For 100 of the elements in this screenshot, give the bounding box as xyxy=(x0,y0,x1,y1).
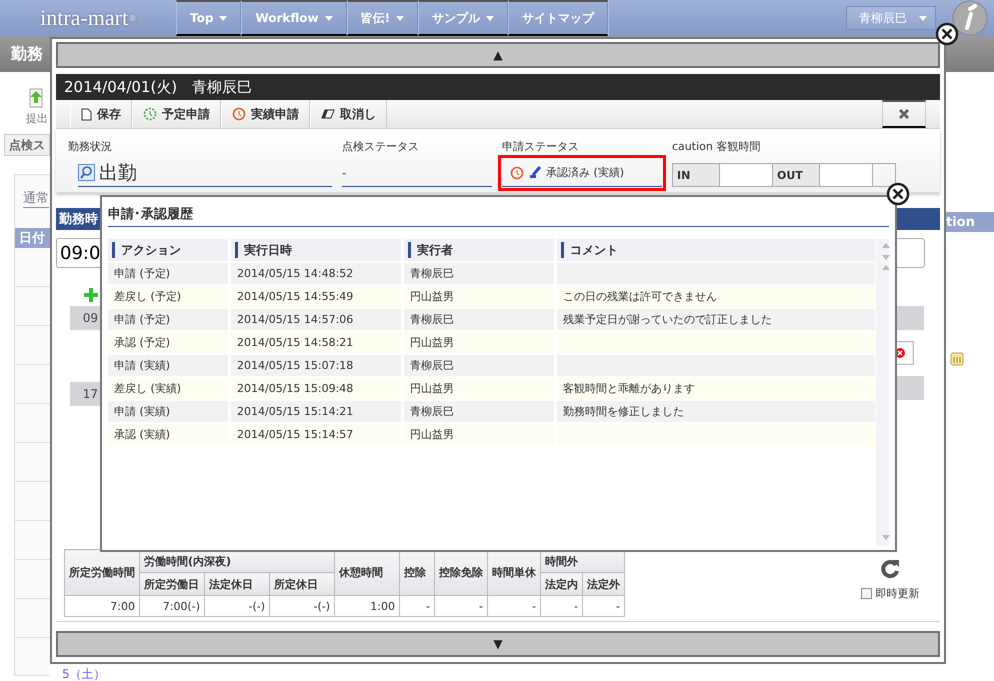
toolbar-button[interactable]: 取消し xyxy=(310,100,387,128)
table-cell: 申請 (予定) xyxy=(108,309,228,330)
check-status-value: - xyxy=(342,166,346,180)
table-cell: 青柳辰巳 xyxy=(404,401,554,422)
table-cell: 5（土） xyxy=(62,667,106,681)
out-label: OUT xyxy=(773,164,820,186)
round-logo-icon[interactable] xyxy=(950,0,990,36)
time-block[interactable] xyxy=(894,376,924,400)
column-header: 時間単休 xyxy=(488,550,540,596)
table-cell: 2014/05/15 15:09:48 xyxy=(231,378,401,399)
table-cell: 2014/05/15 14:48:52 xyxy=(231,263,401,284)
caret-icon xyxy=(919,16,927,20)
table-cell: 残業予定日が謝っていたので訂正しました xyxy=(557,309,875,330)
dialog-title: 2014/04/01(火) 青柳辰巳 xyxy=(64,78,252,96)
work-status-value: 出勤 xyxy=(99,160,137,186)
table-cell: 青柳辰巳 xyxy=(404,355,554,376)
section-header: 勤務時 xyxy=(56,208,102,230)
table-cell: - xyxy=(400,596,434,616)
table-cell: 差戻し (予定) xyxy=(108,286,228,307)
table-cell: 1:00 xyxy=(334,596,400,616)
application-status: 承認済み (実績) xyxy=(502,159,662,187)
tab-link[interactable]: 通常 xyxy=(23,189,49,208)
search-icon[interactable] xyxy=(78,164,95,181)
column-header: 法定休日 xyxy=(204,572,270,596)
section-header xyxy=(894,208,940,230)
calendar-icon[interactable] xyxy=(950,352,964,366)
table-cell: 円山益男 xyxy=(404,424,554,445)
table-cell: 差戻し (実績) xyxy=(108,378,228,399)
logo-text: intra-mart xyxy=(40,5,128,31)
in-label: IN xyxy=(673,164,720,186)
table-cell: 2014/05/15 15:14:21 xyxy=(231,401,401,422)
time-block[interactable]: 17 xyxy=(70,382,102,406)
table-cell: 円山益男 xyxy=(404,378,554,399)
instant-update-checkbox[interactable]: 即時更新 xyxy=(854,585,926,602)
column-header: 法定内 xyxy=(540,572,582,596)
input-field[interactable] xyxy=(820,164,873,186)
table-cell: - xyxy=(540,596,582,616)
table-cell: 青柳辰巳 xyxy=(404,263,554,284)
stamp-icon xyxy=(528,166,542,180)
table-cell: この日の残業は許可できません xyxy=(557,286,875,307)
plus-icon[interactable] xyxy=(84,288,98,302)
caret-icon xyxy=(219,16,228,20)
table-header: tion xyxy=(946,212,994,232)
column-header: 実行日時 xyxy=(231,239,401,261)
registered-mark: ® xyxy=(129,13,136,23)
table-cell: -(-) xyxy=(270,596,334,616)
field-label: 勤務状況 xyxy=(68,139,113,155)
caret-icon xyxy=(324,16,333,20)
column-header: 法定外 xyxy=(582,572,624,596)
popup-title: 申請･承認履歴 xyxy=(108,207,193,222)
table-header: 日付 xyxy=(15,228,50,248)
clock-icon xyxy=(232,107,246,121)
page-title: 勤務 xyxy=(11,44,43,64)
caret-icon xyxy=(396,16,404,20)
table-cell: 7:00 xyxy=(64,596,140,616)
column-header: 所定労働時間 xyxy=(64,550,140,596)
refresh-icon[interactable] xyxy=(879,557,901,579)
column-header: コメント xyxy=(557,239,875,261)
column-header: 休憩時間 xyxy=(334,550,400,596)
table-cell: - xyxy=(488,596,540,616)
toolbar-button[interactable]: 予定申請 xyxy=(132,100,221,128)
table-cell: 客観時間と乖離があります xyxy=(557,378,875,399)
tab[interactable]: 点検ス xyxy=(4,134,50,156)
column-header: 所定休日 xyxy=(270,572,334,596)
column-header: 控除免除 xyxy=(434,550,488,596)
toolbar-button[interactable]: 保存 xyxy=(70,100,132,128)
column-header: 実行者 xyxy=(404,239,554,261)
document-icon xyxy=(81,108,92,120)
table-cell: 承認 (予定) xyxy=(108,332,228,353)
clock-icon xyxy=(143,107,157,121)
field-label: 点検ステータス xyxy=(342,139,420,155)
table-cell: 2014/05/15 14:55:49 xyxy=(231,286,401,307)
table-cell: 円山益男 xyxy=(404,332,554,353)
table-cell: 2014/05/15 15:07:18 xyxy=(231,355,401,376)
field-label: 申請ステータス xyxy=(502,139,580,155)
toolbar-button[interactable]: 実績申請 xyxy=(221,100,310,128)
table-cell: 勤務時間を修正しました xyxy=(557,401,875,422)
field-label: caution 客観時間 xyxy=(672,139,762,155)
table-cell: 申請 (実績) xyxy=(108,401,228,422)
time-block[interactable] xyxy=(894,306,924,330)
table-cell: 円山益男 xyxy=(404,286,554,307)
table-cell: 申請 (実績) xyxy=(108,355,228,376)
input-field[interactable] xyxy=(720,164,773,186)
table-cell: 承認 (実績) xyxy=(108,424,228,445)
column-header: 所定労働日 xyxy=(140,572,204,596)
table-cell: -(-) xyxy=(204,596,270,616)
column-header: 控除 xyxy=(400,550,434,596)
table-cell: 2014/05/15 15:14:57 xyxy=(231,424,401,445)
toolbar-label[interactable]: 提出 xyxy=(26,111,48,126)
column-header: アクション xyxy=(108,239,228,261)
time-block[interactable]: 09 xyxy=(70,306,102,330)
eraser-icon xyxy=(321,109,335,119)
scroll-down-bar[interactable]: ▼ xyxy=(56,631,940,657)
table-cell: 申請 (予定) xyxy=(108,263,228,284)
close-icon[interactable] xyxy=(886,182,910,206)
scroll-up-bar[interactable]: ▲ xyxy=(56,42,940,68)
close-icon[interactable] xyxy=(935,22,959,46)
clock-icon xyxy=(510,166,524,180)
table-cell: 2014/05/15 14:57:06 xyxy=(231,309,401,330)
scrollbar[interactable] xyxy=(876,239,889,546)
